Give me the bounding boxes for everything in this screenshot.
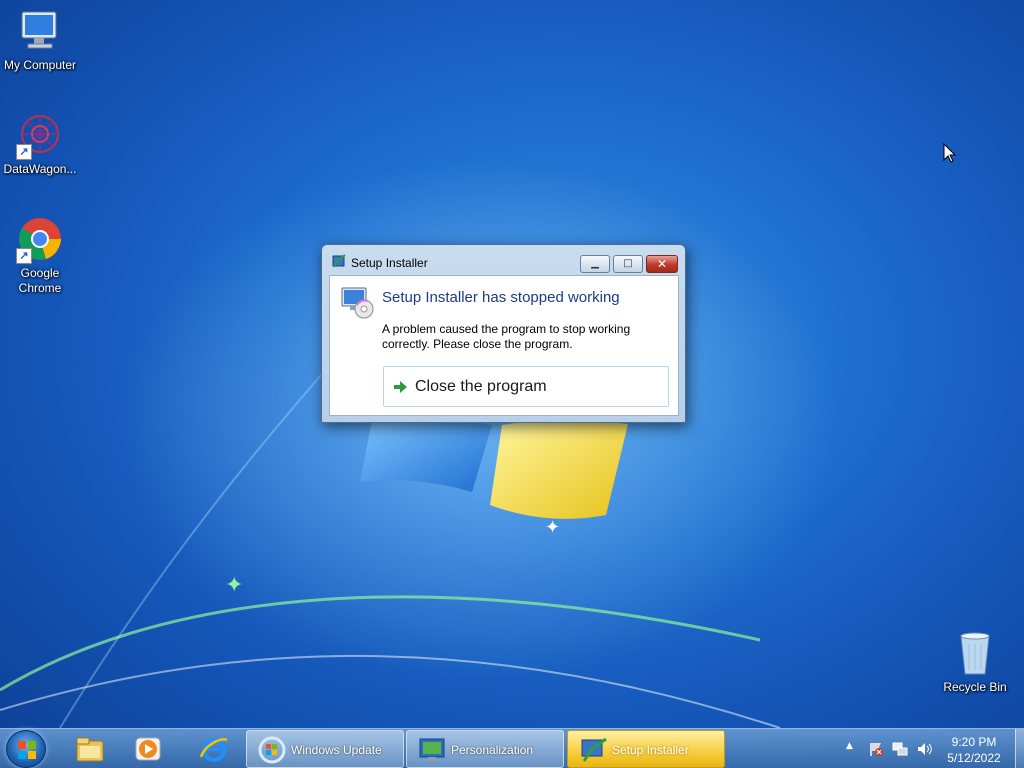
datawagon-icon: ↗ — [16, 112, 64, 160]
clock-date: 5/12/2022 — [947, 751, 1001, 765]
show-desktop-button[interactable] — [1015, 729, 1024, 768]
clock-time: 9:20 PM — [951, 735, 997, 749]
task-label: Personalization — [451, 743, 534, 757]
windows-update-icon — [257, 735, 287, 765]
internet-explorer-icon — [199, 738, 228, 762]
maximize-button[interactable]: □ — [613, 255, 643, 273]
close-program-button[interactable]: Close the program — [383, 366, 669, 407]
computer-icon — [16, 8, 64, 56]
task-setup-installer[interactable]: Setup Installer — [567, 730, 725, 768]
dialog-heading: Setup Installer has stopped working — [382, 289, 620, 306]
taskbar: Windows Update Personalization Setup Ins… — [0, 728, 1024, 768]
desktop-icon-recycle-bin[interactable]: Recycle Bin — [935, 630, 1015, 695]
desktop-icon-label: My Computer — [3, 58, 77, 72]
pinned-internet-explorer[interactable] — [188, 732, 238, 766]
close-program-label: Close the program — [415, 378, 547, 395]
personalization-icon — [417, 735, 447, 765]
system-tray: ▲ — [840, 729, 940, 768]
volume-icon[interactable] — [916, 741, 932, 757]
dialog-message: A problem caused the program to stop wor… — [382, 322, 631, 351]
program-error-icon — [340, 285, 374, 319]
green-arrow-icon — [392, 379, 408, 395]
task-personalization[interactable]: Personalization — [406, 730, 564, 768]
mouse-cursor-icon — [943, 142, 957, 167]
desktop-icon-label: Recycle Bin — [943, 680, 1007, 694]
task-windows-update[interactable]: Windows Update — [246, 730, 404, 768]
desktop-icon-label: DataWagon... — [3, 162, 77, 176]
taskbar-clock[interactable]: 9:20 PM 5/12/2022 — [936, 734, 1012, 766]
svg-text:✦: ✦ — [225, 573, 243, 598]
dialog-content: Setup Installer has stopped working A pr… — [329, 275, 679, 416]
desktop-icon-datawagon[interactable]: ↗ DataWagon... — [0, 112, 80, 177]
task-label: Windows Update — [291, 743, 382, 757]
task-label: Setup Installer — [612, 743, 689, 757]
shortcut-arrow-icon: ↗ — [16, 248, 32, 264]
pinned-media-player[interactable] — [122, 732, 172, 766]
desktop-icon-google-chrome[interactable]: ↗ Google Chrome — [0, 216, 80, 296]
shortcut-arrow-icon: ↗ — [16, 144, 32, 160]
chrome-icon: ↗ — [16, 216, 64, 264]
close-button[interactable]: ✕ — [646, 255, 678, 273]
pinned-windows-explorer[interactable] — [64, 732, 114, 766]
setup-installer-icon — [578, 735, 608, 765]
desktop-icon-my-computer[interactable]: My Computer — [0, 8, 80, 73]
desktop-icon-label: Google Chrome — [18, 266, 62, 295]
minimize-button[interactable]: ▁ — [580, 255, 610, 273]
error-dialog: Setup Installer ▁ □ ✕ Setup Installer ha… — [321, 244, 686, 423]
dialog-title: Setup Installer — [351, 256, 428, 270]
start-button[interactable] — [6, 730, 46, 768]
windows-logo-icon — [18, 741, 36, 759]
windows-explorer-icon — [76, 737, 104, 762]
recycle-bin-icon — [951, 630, 999, 678]
dialog-titlebar[interactable]: Setup Installer ▁ □ ✕ — [322, 245, 685, 273]
svg-text:✦: ✦ — [545, 517, 560, 538]
action-center-icon[interactable] — [868, 741, 884, 757]
media-player-icon — [135, 737, 161, 761]
show-hidden-icons-button[interactable]: ▲ — [846, 741, 862, 757]
network-icon[interactable] — [892, 741, 908, 757]
setup-installer-icon — [331, 254, 347, 270]
